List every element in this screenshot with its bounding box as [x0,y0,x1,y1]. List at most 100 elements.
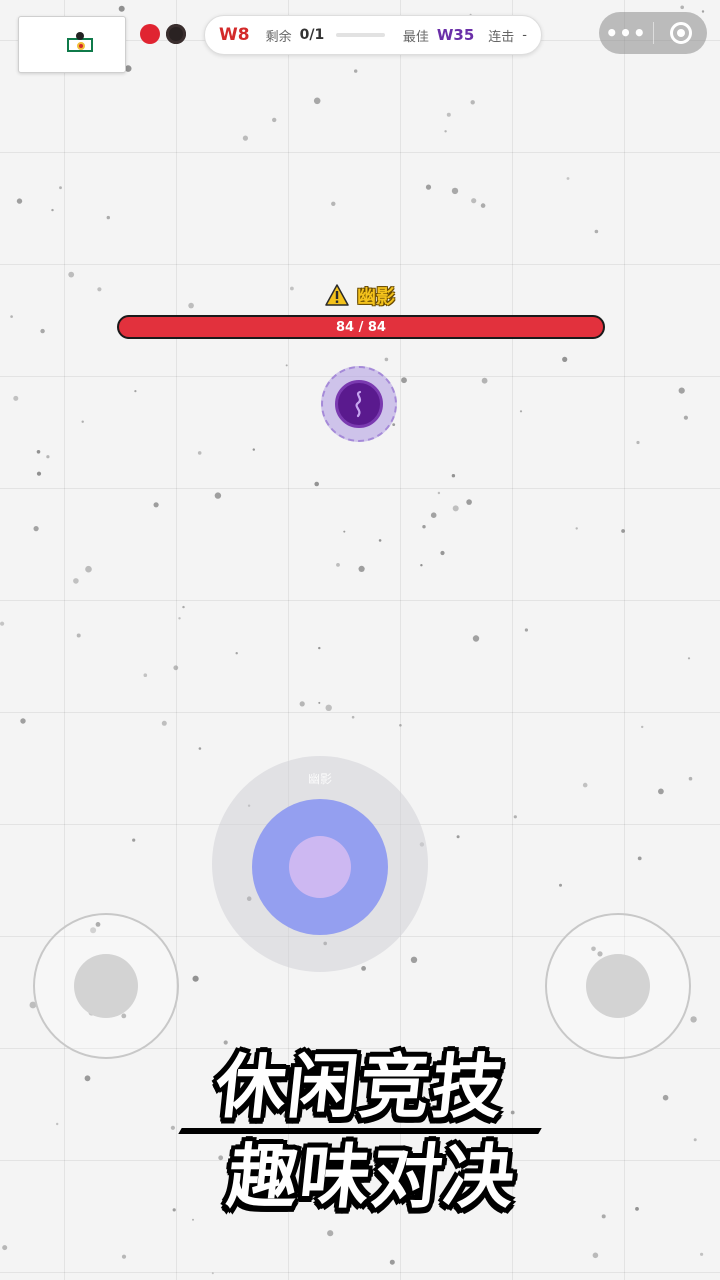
dust-particle [399,724,402,727]
dust-particle [519,410,523,413]
dust-particle [559,883,562,887]
dust-particle [132,838,136,842]
dust-particle [106,215,111,220]
dust-particle [456,835,460,839]
boss-health-text: 84 / 84 [336,319,386,335]
slogan-line-2: 趣味对决 [223,1136,521,1218]
dust-particle [2,1245,8,1251]
dust-particle [331,201,336,206]
boss-header: 幽影 [0,282,720,308]
minimap [18,16,126,73]
dust-particle [472,635,480,642]
dust-particle [36,450,41,454]
life-red-dot [140,24,160,44]
dust-particle [118,5,125,12]
dust-particle [678,387,685,394]
close-button[interactable] [654,12,707,54]
dust-particle [343,530,346,533]
dust-particle [81,420,84,423]
dust-particle [641,725,644,729]
dust-particle [687,657,691,660]
dust-particle [384,357,389,362]
dust-particle [575,527,578,530]
dust-particle [683,415,689,420]
boss-name: 幽影 [356,285,395,308]
boss-core [335,380,383,428]
dust-particle [170,1125,175,1130]
ellipsis-icon: ••• [605,21,647,45]
dust-particle [658,788,664,795]
dust-particle [51,208,54,212]
more-button[interactable]: ••• [599,12,653,54]
miniprogram-capsule: ••• [599,12,707,54]
dust-particle [470,100,475,105]
dust-particle [430,512,437,518]
life-dark-dot [166,24,186,44]
dust-particle [693,1138,697,1142]
dust-particle [451,187,459,195]
move-joystick-knob[interactable] [74,954,138,1018]
dust-particle [235,652,238,655]
aim-joystick-knob[interactable] [586,954,650,1018]
dust-particle [192,1218,194,1221]
dust-particle [173,665,179,671]
target-close-icon [669,22,692,44]
dust-particle [700,1252,704,1256]
dust-particle [471,198,477,204]
dust-particle [68,271,75,278]
dust-particle [690,1016,697,1023]
dust-particle [13,395,19,401]
dust-particle [452,505,459,512]
dust-particle [134,390,137,393]
combo-label: 连击 [488,29,515,45]
dust-particle [76,633,81,638]
dust-particle [351,715,355,719]
dust-particle [422,525,426,529]
dust-particle [480,203,486,208]
wave-progress-bar [336,33,385,37]
minimap-arena-frame [67,38,93,52]
dust-particle [46,455,50,459]
dust-particle [223,1040,228,1045]
move-joystick[interactable] [33,913,179,1059]
dust-particle [594,229,599,234]
remaining-value: 0/1 [299,27,325,43]
dust-particle [451,474,456,478]
dust-particle [314,481,320,487]
minimap-player-icon [77,42,85,50]
slogan-brush-stroke [178,1128,542,1134]
dust-particle [601,1214,606,1219]
dust-particle [481,377,488,384]
dust-particle [440,550,445,556]
dust-particle [444,130,447,133]
dust-particle [33,526,39,532]
dust-particle [318,646,321,650]
dust-particle [143,673,148,677]
dust-particle [198,747,202,750]
dust-particle [313,97,321,105]
dust-particle [182,605,185,609]
dust-particle [85,565,92,573]
dust-particle [242,135,248,141]
aim-joystick[interactable] [545,913,691,1059]
dust-particle [325,704,332,711]
best-value: W35 [436,26,475,44]
minimap-enemy-marker [76,32,84,40]
dust-particle [73,578,79,584]
dust-particle [420,564,423,567]
dust-particle [56,1122,59,1126]
boss-health-bar: 84 / 84 [117,315,605,339]
dust-particle [272,117,277,123]
dust-particle [161,720,167,726]
boss-enemy [321,366,397,442]
dust-particle [410,956,418,963]
wave-status-bar: W8 剩余 0/1 最佳 W35 连击 - [204,15,542,55]
dust-particle [59,186,62,190]
remaining-label: 剩余 [265,29,292,45]
dust-particle [192,975,199,982]
dust-particle [401,377,407,384]
dust-particle [178,617,181,620]
dust-particle [688,776,693,781]
dust-particle [524,628,529,632]
dust-particle [121,1254,127,1259]
